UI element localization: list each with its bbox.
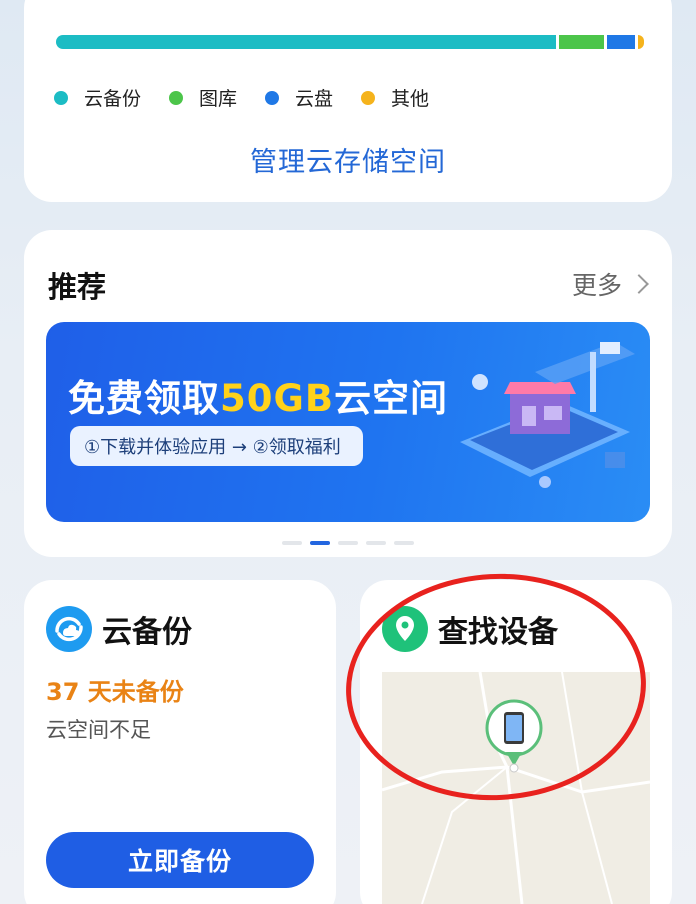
legend-item-gallery: 图库: [169, 84, 237, 111]
backup-title: 云备份: [102, 615, 192, 650]
backup-status-text: 37 天未备份: [46, 678, 184, 706]
legend-dot: [265, 90, 280, 105]
banner-title-highlight: 50GB: [220, 377, 335, 420]
banner-title-prefix: 免费领取: [68, 377, 220, 420]
bar-segment-drive: [607, 35, 635, 49]
legend-label: 云备份: [84, 88, 142, 110]
shop-phone-illustration-icon: [460, 342, 635, 488]
legend-label: 图库: [199, 88, 238, 110]
promo-banner[interactable]: 免费领取50GB云空间 ①下载并体验应用 → ②领取福利: [46, 322, 650, 522]
carousel-dot: [282, 541, 302, 545]
backup-header: 云备份: [46, 606, 192, 652]
storage-usage-bar: [56, 35, 644, 49]
bar-segment-gallery: [559, 35, 604, 49]
carousel-dot: [366, 541, 386, 545]
banner-title: 免费领取50GB云空间: [68, 368, 448, 422]
chevron-right-icon: [629, 274, 649, 294]
carousel-dot: [338, 541, 358, 545]
recommend-title: 推荐: [48, 270, 107, 304]
recommend-card: 推荐 更多 免费领取50GB云空间 ①下载并体验应用 → ②领取福利: [24, 230, 672, 557]
banner-title-suffix: 云空间: [334, 377, 449, 420]
carousel-dot-active: [310, 541, 330, 545]
banner-steps: ①下载并体验应用 → ②领取福利: [70, 426, 363, 466]
more-label: 更多: [571, 271, 622, 300]
backup-now-button[interactable]: 立即备份: [46, 832, 314, 888]
storage-card: 云备份 图库 云盘 其他 管理云存储空间: [24, 0, 672, 202]
legend-dot: [169, 90, 184, 105]
legend-item-backup: 云备份: [54, 84, 141, 111]
manage-storage-link[interactable]: 管理云存储空间: [24, 140, 672, 179]
legend-item-other: 其他: [361, 84, 429, 111]
cloud-backup-icon: [46, 606, 92, 652]
carousel-dot: [394, 541, 414, 545]
legend-label: 其他: [391, 88, 430, 110]
legend-dot: [361, 90, 376, 105]
storage-legend: 云备份 图库 云盘 其他: [54, 84, 457, 111]
bar-segment-other: [638, 35, 644, 49]
more-link[interactable]: 更多: [571, 266, 649, 302]
bar-segment-backup: [56, 35, 556, 49]
legend-item-drive: 云盘: [265, 84, 333, 111]
cloud-backup-card[interactable]: 云备份 37 天未备份 云空间不足 立即备份: [24, 580, 336, 904]
backup-subtitle: 云空间不足: [46, 718, 151, 742]
carousel-indicator: [24, 541, 672, 545]
legend-label: 云盘: [295, 88, 334, 110]
legend-dot: [54, 90, 68, 105]
